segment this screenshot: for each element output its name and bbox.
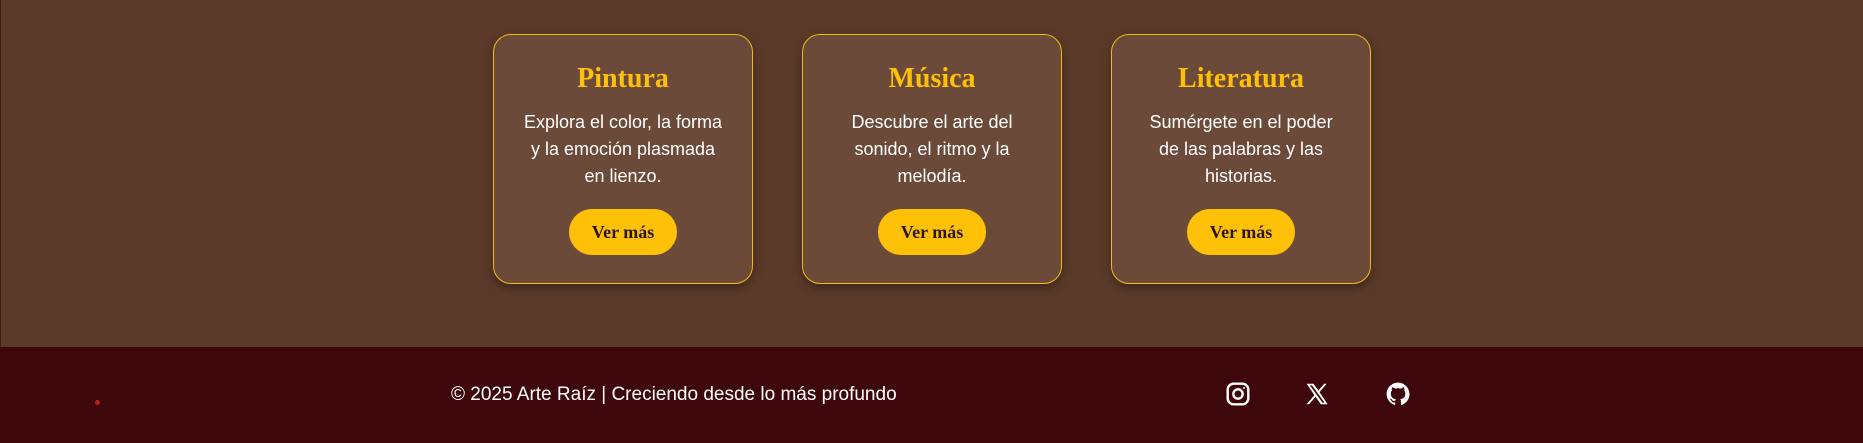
- x-link[interactable]: [1303, 380, 1331, 408]
- card-description: Descubre el arte del sonido, el ritmo y …: [851, 112, 1013, 186]
- card-literatura: Literatura Sumérgete en el poder de las …: [1111, 34, 1371, 284]
- github-icon: [1385, 381, 1411, 407]
- instagram-link[interactable]: [1224, 380, 1252, 408]
- footer: [0, 347, 1863, 443]
- card-description: Sumérgete en el poder de las palabras y …: [1149, 112, 1333, 186]
- card-description: Explora el color, la forma y la emoción …: [523, 112, 723, 186]
- card-pintura: Pintura Explora el color, la forma y la …: [493, 34, 753, 284]
- x-icon: [1304, 381, 1330, 407]
- card-title: Música: [888, 63, 976, 94]
- main-section: Pintura Explora el color, la forma y la …: [0, 0, 1863, 347]
- ver-mas-button[interactable]: Ver más: [878, 209, 986, 255]
- footer-copyright: © 2025 Arte Raíz | Creciendo desde lo má…: [451, 384, 897, 405]
- ver-mas-button[interactable]: Ver más: [569, 209, 677, 255]
- instagram-icon: [1225, 381, 1251, 407]
- card-title: Pintura: [577, 63, 669, 94]
- ver-mas-button[interactable]: Ver más: [1187, 209, 1295, 255]
- card-title: Literatura: [1178, 63, 1304, 94]
- decorative-dot: [95, 400, 100, 405]
- card-musica: Música Descubre el arte del sonido, el r…: [802, 34, 1062, 284]
- github-link[interactable]: [1384, 380, 1412, 408]
